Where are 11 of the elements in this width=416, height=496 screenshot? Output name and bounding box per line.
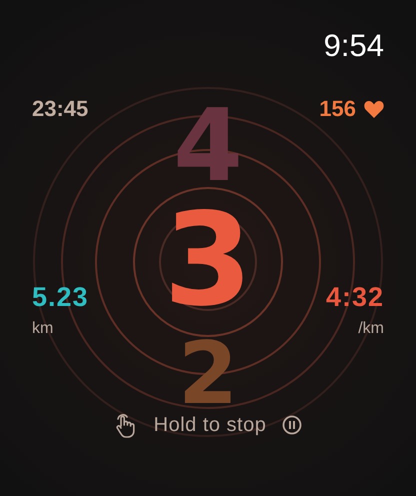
- hint-text: Hold to stop: [154, 413, 266, 438]
- pause-icon[interactable]: [282, 415, 302, 435]
- distance-value: 5.23: [32, 284, 89, 311]
- pace-value: 4:32: [326, 284, 384, 311]
- pace-unit: /km: [358, 321, 384, 337]
- distance-unit: km: [32, 321, 54, 337]
- clock-time: 9:54: [324, 30, 384, 65]
- heart-rate: 156: [319, 98, 356, 120]
- elapsed-time: 23:45: [32, 98, 88, 120]
- countdown-number: 3: [163, 210, 253, 312]
- heart-icon: [364, 100, 384, 118]
